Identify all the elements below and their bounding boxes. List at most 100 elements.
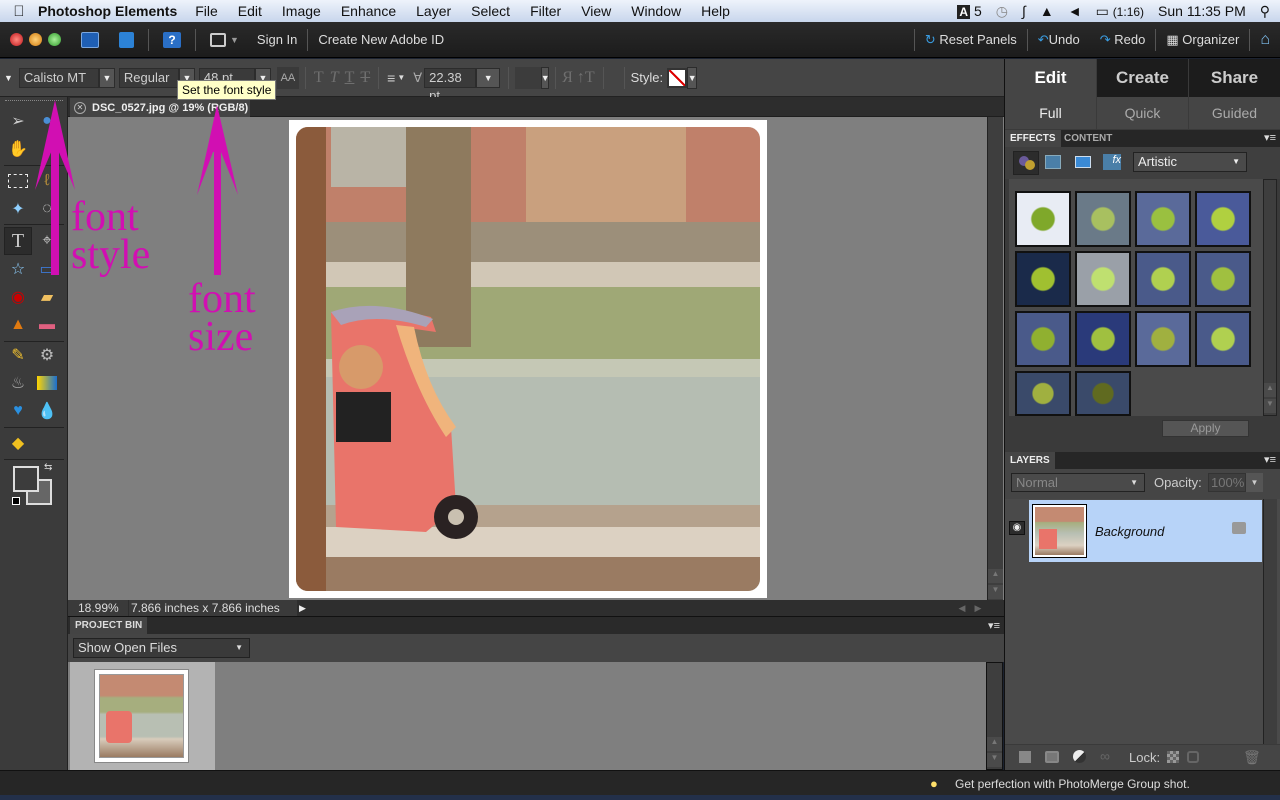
wifi-icon[interactable]: ▲ <box>1040 3 1054 19</box>
layout-dropdown-icon[interactable]: ▼ <box>230 35 239 45</box>
tab-effects[interactable]: EFFECTS <box>1005 130 1061 147</box>
close-window-button[interactable] <box>10 33 23 46</box>
clock[interactable]: Sun 11:35 PM <box>1158 3 1246 19</box>
opacity-field[interactable]: 100% <box>1208 473 1246 492</box>
blend-mode-select[interactable]: Normal ▼ <box>1011 473 1145 492</box>
reset-panels-button[interactable]: ↻ Reset Panels <box>915 32 1027 48</box>
menu-enhance[interactable]: Enhance <box>341 3 396 19</box>
font-style-field[interactable]: Regular <box>118 67 179 88</box>
time-machine-icon[interactable]: ◷ <box>996 3 1008 20</box>
zoom-level[interactable]: 18.99% <box>68 600 128 616</box>
font-family-dropdown-icon[interactable]: ▼ <box>98 67 115 88</box>
menu-select[interactable]: Select <box>471 3 510 19</box>
scroll-down-icon[interactable]: ▼ <box>988 585 1003 599</box>
spotlight-icon[interactable]: ⚲ <box>1260 3 1270 20</box>
subtab-guided[interactable]: Guided <box>1189 97 1280 129</box>
menu-view[interactable]: View <box>581 3 611 19</box>
menu-image[interactable]: Image <box>282 3 321 19</box>
save-icon[interactable] <box>119 31 134 48</box>
new-layer-icon[interactable] <box>1019 751 1031 763</box>
effects-scrollbar[interactable]: ▲ ▼ <box>1263 179 1277 416</box>
filters-icon[interactable] <box>1013 151 1039 175</box>
scroll-up-icon[interactable]: ▲ <box>1264 383 1276 397</box>
gradient-tool-icon[interactable] <box>37 376 57 390</box>
minimize-window-button[interactable] <box>29 33 42 46</box>
scroll-up-icon[interactable]: ▲ <box>987 737 1002 751</box>
adjustment-layer-icon[interactable] <box>1073 750 1086 763</box>
effect-thumbnail[interactable] <box>1015 311 1071 367</box>
paint-bucket-icon[interactable]: ♨ <box>5 371 31 395</box>
anti-alias-icon[interactable]: AA <box>276 66 299 89</box>
layer-name[interactable]: Background <box>1095 524 1164 539</box>
redo-button[interactable]: ↷ Redo <box>1090 32 1156 48</box>
scroll-down-icon[interactable]: ▼ <box>987 753 1002 767</box>
smart-brush-icon[interactable]: ⚙ <box>34 343 60 367</box>
align-dropdown-icon[interactable]: ▼ <box>397 73 405 82</box>
new-file-icon[interactable] <box>81 31 99 48</box>
bluetooth-icon[interactable]: ∫ <box>1022 3 1026 19</box>
create-adobe-id-link[interactable]: Create New Adobe ID <box>308 32 454 47</box>
scroll-left-icon[interactable]: ◀ <box>954 603 970 614</box>
delete-layer-icon[interactable]: 🗑 <box>1243 749 1261 766</box>
tab-create[interactable]: Create <box>1097 59 1188 97</box>
strikethrough-icon[interactable]: T <box>360 69 370 87</box>
menu-window[interactable]: Window <box>631 3 681 19</box>
bold-icon[interactable]: T <box>314 69 324 87</box>
project-bin-scrollbar[interactable]: ▲ ▼ <box>986 662 1003 770</box>
tab-layers[interactable]: LAYERS <box>1005 452 1055 469</box>
blur-tool-icon[interactable]: 💧 <box>34 399 60 423</box>
layers-scrollbar[interactable] <box>1263 499 1277 744</box>
layer-visibility-eye-icon[interactable]: ◉ <box>1009 521 1025 535</box>
layer-mask-icon[interactable] <box>1045 751 1059 763</box>
subtab-full[interactable]: Full <box>1005 97 1096 129</box>
panel-menu-icon[interactable]: ▾≡ <box>1264 131 1276 144</box>
effect-thumbnail[interactable] <box>1195 251 1251 307</box>
tab-share[interactable]: Share <box>1189 59 1280 97</box>
align-center-icon[interactable]: ≡ <box>387 70 395 86</box>
foreground-color-swatch[interactable] <box>13 466 39 492</box>
show-all-effects-icon[interactable]: fx <box>1103 154 1121 170</box>
cookie-cutter-icon[interactable]: ♥ <box>5 399 31 423</box>
zoom-window-button[interactable] <box>48 33 61 46</box>
effect-thumbnail[interactable] <box>1135 191 1191 247</box>
photo-effects-icon[interactable] <box>1075 156 1091 168</box>
style-swatch[interactable] <box>667 67 688 88</box>
effect-thumbnail[interactable] <box>1135 251 1191 307</box>
menu-file[interactable]: File <box>195 3 218 19</box>
tab-content[interactable]: CONTENT <box>1059 130 1117 147</box>
tab-edit[interactable]: Edit <box>1005 59 1096 97</box>
swap-colors-icon[interactable]: ⇆ <box>44 462 52 473</box>
effects-category-select[interactable]: Artistic ▼ <box>1133 152 1247 172</box>
panel-menu-icon[interactable]: ▾≡ <box>1264 453 1276 466</box>
text-color-swatch[interactable] <box>515 66 542 89</box>
project-bin-filter-select[interactable]: Show Open Files ▼ <box>73 638 250 658</box>
font-family-field[interactable]: Calisto MT <box>18 67 99 88</box>
default-colors-icon[interactable] <box>12 497 20 505</box>
layer-row-background[interactable]: Background <box>1029 500 1262 562</box>
subtab-quick[interactable]: Quick <box>1097 97 1188 129</box>
menu-help[interactable]: Help <box>701 3 730 19</box>
pencil-tool-icon[interactable]: ✎ <box>5 343 31 367</box>
lock-all-icon[interactable] <box>1187 751 1199 763</box>
effect-thumbnail[interactable] <box>1075 251 1131 307</box>
menu-layer[interactable]: Layer <box>416 3 451 19</box>
underline-icon[interactable]: T <box>345 69 355 87</box>
eraser-tool-icon[interactable]: ▬ <box>34 313 60 337</box>
home-icon[interactable]: ⌂ <box>1250 31 1280 49</box>
tip-text[interactable]: Get perfection with PhotoMerge Group sho… <box>955 777 1190 791</box>
battery-icon[interactable]: ▭ (1:16) <box>1096 3 1144 20</box>
effect-thumbnail[interactable] <box>1075 311 1131 367</box>
document-vertical-scrollbar[interactable]: ▲ ▼ <box>987 117 1003 601</box>
effect-thumbnail[interactable] <box>1075 371 1131 416</box>
opacity-dropdown-icon[interactable]: ▼ <box>1246 473 1263 492</box>
leading-field[interactable]: 22.38 pt <box>424 67 477 103</box>
warp-text-icon[interactable]: Я <box>562 69 573 87</box>
text-color-dropdown-icon[interactable]: ▼ <box>541 66 550 89</box>
effect-thumbnail[interactable] <box>1195 191 1251 247</box>
adobe-updater-icon[interactable]: A 5 <box>957 3 982 19</box>
organizer-button[interactable]: ▦ Organizer <box>1156 32 1249 48</box>
effect-thumbnail[interactable] <box>1195 311 1251 367</box>
panel-menu-icon[interactable]: ▾≡ <box>988 619 1000 632</box>
effect-thumbnail[interactable] <box>1135 311 1191 367</box>
clone-stamp-icon[interactable]: ▲ <box>5 313 31 337</box>
